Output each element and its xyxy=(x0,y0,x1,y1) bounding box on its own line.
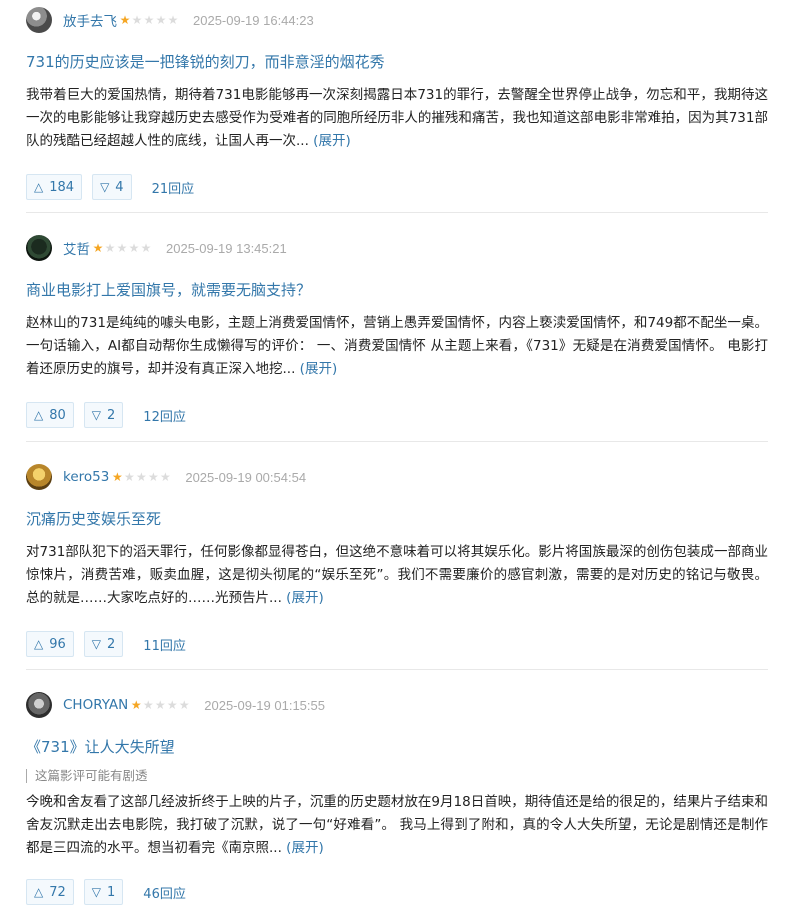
review-excerpt: 今晚和舍友看了这部几经波折终于上映的片子，沉重的历史题材放在9月18日首映，期待… xyxy=(26,791,768,860)
downvote-count: 2 xyxy=(107,636,116,652)
upvote-count: 184 xyxy=(49,179,75,195)
star-icon: ★ xyxy=(178,698,190,712)
replies-link[interactable]: 46回应 xyxy=(143,883,186,902)
review-body: 今晚和舍友看了这部几经波折终于上映的片子，沉重的历史题材放在9月18日首映，期待… xyxy=(26,794,768,856)
star-icon: ★ xyxy=(131,13,143,27)
review-excerpt: 我带着巨大的爱国热情，期待着731电影能够再一次深刻揭露日本731的罪行，去警醒… xyxy=(26,84,768,153)
avatar[interactable] xyxy=(26,692,52,718)
review-title[interactable]: 《731》让人大失所望 xyxy=(26,737,768,757)
expand-link[interactable]: (展开) xyxy=(313,133,351,149)
review-actions: △ 72 ▽ 1 46回应 xyxy=(26,879,768,905)
review-card: kero53 ★ ★ ★ ★ ★ 2025-09-19 00:54:54 沉痛历… xyxy=(26,463,768,657)
downvote-count: 4 xyxy=(115,179,124,195)
review-body: 赵林山的731是纯纯的噱头电影，主题上消费爱国情怀，营销上愚弄爱国情怀，内容上亵… xyxy=(26,315,768,377)
review-header: 放手去飞 ★ ★ ★ ★ ★ 2025-09-19 16:44:23 xyxy=(26,6,768,34)
star-icon: ★ xyxy=(128,241,140,255)
review-body: 我带着巨大的爱国热情，期待着731电影能够再一次深刻揭露日本731的罪行，去警醒… xyxy=(26,87,768,149)
review-card: 放手去飞 ★ ★ ★ ★ ★ 2025-09-19 16:44:23 731的历… xyxy=(26,6,768,200)
downvote-button[interactable]: ▽ 4 xyxy=(92,174,132,200)
review-time: 2025-09-19 13:45:21 xyxy=(166,240,287,256)
divider xyxy=(26,669,768,670)
star-icon: ★ xyxy=(130,698,142,712)
rating-stars: ★ ★ ★ ★ ★ xyxy=(92,242,152,254)
star-icon: ★ xyxy=(135,470,147,484)
upvote-button[interactable]: △ 184 xyxy=(26,174,83,200)
review-header: kero53 ★ ★ ★ ★ ★ 2025-09-19 00:54:54 xyxy=(26,463,768,491)
star-icon: ★ xyxy=(140,241,152,255)
review-feed: 放手去飞 ★ ★ ★ ★ ★ 2025-09-19 16:44:23 731的历… xyxy=(0,0,787,905)
author-name[interactable]: 放手去飞 xyxy=(63,10,117,30)
review-excerpt: 赵林山的731是纯纯的噱头电影，主题上消费爱国情怀，营销上愚弄爱国情怀，内容上亵… xyxy=(26,312,768,381)
spoiler-warning: 这篇影评可能有剧透 xyxy=(26,769,768,783)
review-time: 2025-09-19 16:44:23 xyxy=(193,12,314,28)
review-actions: △ 96 ▽ 2 11回应 xyxy=(26,631,768,657)
star-icon: ★ xyxy=(119,13,131,27)
downvote-count: 1 xyxy=(107,884,116,900)
star-icon: ★ xyxy=(142,698,154,712)
review-card: 艾哲 ★ ★ ★ ★ ★ 2025-09-19 13:45:21 商业电影打上爱… xyxy=(26,234,768,428)
review-title[interactable]: 沉痛历史变娱乐至死 xyxy=(26,509,768,529)
review-excerpt: 对731部队犯下的滔天罪行，任何影像都显得苍白，但这绝不意味着可以将其娱乐化。影… xyxy=(26,541,768,610)
replies-link[interactable]: 12回应 xyxy=(143,406,186,425)
expand-link[interactable]: (展开) xyxy=(286,840,324,856)
author-name[interactable]: CHORYAN xyxy=(63,697,128,713)
avatar[interactable] xyxy=(26,235,52,261)
review-header: 艾哲 ★ ★ ★ ★ ★ 2025-09-19 13:45:21 xyxy=(26,234,768,262)
review-header: CHORYAN ★ ★ ★ ★ ★ 2025-09-19 01:15:55 xyxy=(26,691,768,719)
triangle-down-icon: ▽ xyxy=(100,180,110,194)
star-icon: ★ xyxy=(167,13,179,27)
triangle-up-icon: △ xyxy=(34,885,44,899)
triangle-down-icon: ▽ xyxy=(91,408,102,422)
star-icon: ★ xyxy=(116,241,128,255)
upvote-count: 80 xyxy=(49,407,66,423)
upvote-button[interactable]: △ 96 xyxy=(26,631,74,657)
upvote-count: 72 xyxy=(49,884,66,900)
replies-link[interactable]: 21回应 xyxy=(152,178,195,197)
divider xyxy=(26,441,768,442)
downvote-button[interactable]: ▽ 1 xyxy=(83,879,124,905)
review-actions: △ 80 ▽ 2 12回应 xyxy=(26,402,768,428)
review-actions: △ 184 ▽ 4 21回应 xyxy=(26,174,768,200)
expand-link[interactable]: (展开) xyxy=(286,590,324,606)
star-icon: ★ xyxy=(104,241,116,255)
author-name[interactable]: kero53 xyxy=(63,469,109,485)
review-card: CHORYAN ★ ★ ★ ★ ★ 2025-09-19 01:15:55 《7… xyxy=(26,691,768,905)
avatar[interactable] xyxy=(26,7,52,33)
review-title[interactable]: 商业电影打上爱国旗号，就需要无脑支持？ xyxy=(26,280,768,300)
upvote-button[interactable]: △ 72 xyxy=(26,879,74,905)
triangle-up-icon: △ xyxy=(34,180,44,194)
downvote-button[interactable]: ▽ 2 xyxy=(83,402,124,428)
star-icon: ★ xyxy=(147,470,159,484)
replies-link[interactable]: 11回应 xyxy=(143,635,186,654)
avatar[interactable] xyxy=(26,464,52,490)
rating-stars: ★ ★ ★ ★ ★ xyxy=(130,699,190,711)
star-icon: ★ xyxy=(159,470,171,484)
star-icon: ★ xyxy=(154,698,166,712)
upvote-button[interactable]: △ 80 xyxy=(26,402,74,428)
star-icon: ★ xyxy=(155,13,167,27)
divider xyxy=(26,212,768,213)
downvote-count: 2 xyxy=(107,407,116,423)
rating-stars: ★ ★ ★ ★ ★ xyxy=(119,14,179,26)
triangle-up-icon: △ xyxy=(34,637,44,651)
review-body: 对731部队犯下的滔天罪行，任何影像都显得苍白，但这绝不意味着可以将其娱乐化。影… xyxy=(26,544,768,606)
star-icon: ★ xyxy=(166,698,178,712)
star-icon: ★ xyxy=(92,241,104,255)
review-time: 2025-09-19 00:54:54 xyxy=(185,469,307,485)
star-icon: ★ xyxy=(111,470,123,484)
author-name[interactable]: 艾哲 xyxy=(63,238,90,258)
triangle-down-icon: ▽ xyxy=(91,885,102,899)
review-time: 2025-09-19 01:15:55 xyxy=(204,697,325,713)
downvote-button[interactable]: ▽ 2 xyxy=(83,631,124,657)
expand-link[interactable]: (展开) xyxy=(300,361,338,377)
triangle-up-icon: △ xyxy=(34,408,44,422)
triangle-down-icon: ▽ xyxy=(91,637,102,651)
rating-stars: ★ ★ ★ ★ ★ xyxy=(111,471,171,483)
review-title[interactable]: 731的历史应该是一把锋锐的刻刀，而非意淫的烟花秀 xyxy=(26,52,768,72)
star-icon: ★ xyxy=(123,470,135,484)
upvote-count: 96 xyxy=(49,636,66,652)
star-icon: ★ xyxy=(143,13,155,27)
